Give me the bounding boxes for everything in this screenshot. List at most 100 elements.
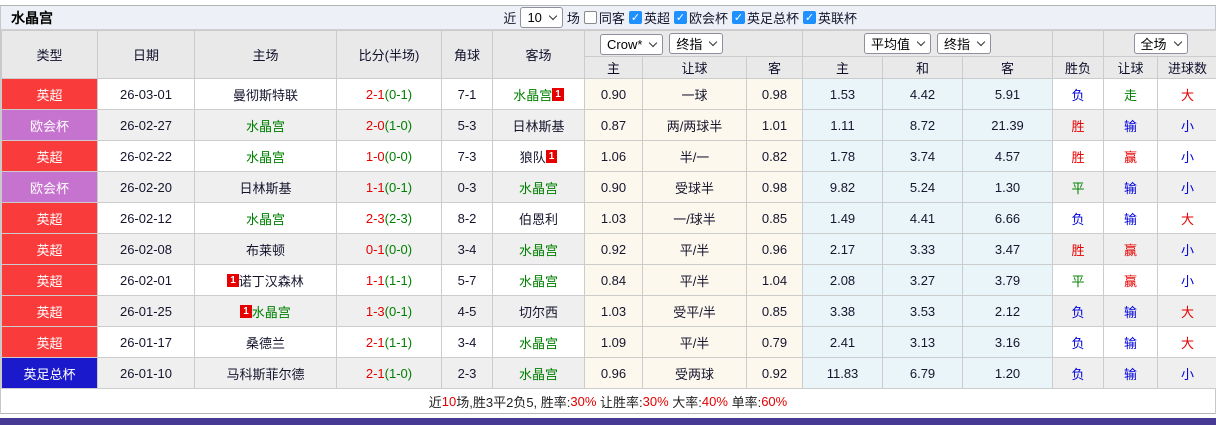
handicap-result-cell: 输 bbox=[1104, 327, 1158, 358]
league-badge: 英足总杯 bbox=[2, 358, 98, 389]
handicap-result-cell: 输 bbox=[1104, 172, 1158, 203]
asia-handicap-line: 平/半 bbox=[643, 327, 747, 358]
avg-away-odds: 5.91 bbox=[963, 79, 1053, 110]
away-team-cell: 水晶宫 bbox=[493, 172, 585, 203]
asia-handicap-line: 两/两球半 bbox=[643, 110, 747, 141]
filter-checkbox-英联杯[interactable]: ✓英联杯 bbox=[803, 8, 857, 27]
filter-label: 欧会杯 bbox=[689, 8, 728, 27]
checked-checkbox-icon[interactable]: ✓ bbox=[732, 11, 745, 24]
chevron-down-icon bbox=[649, 38, 657, 46]
score-cell: 2-1(1-0) bbox=[337, 358, 442, 389]
red-card-badge: 1 bbox=[552, 88, 564, 101]
subcol-handicap-result: 让球 bbox=[1104, 57, 1158, 79]
handicap-result-value: 输 bbox=[1124, 181, 1137, 196]
filter-label: 英足总杯 bbox=[747, 8, 799, 27]
away-team-name: 切尔西 bbox=[519, 305, 558, 320]
halftime-score: (1-0) bbox=[385, 366, 412, 381]
table-row: 英超 26-02-12 水晶宫 2-3(2-3) 8-2 伯恩利 1.03 一/… bbox=[2, 203, 1216, 234]
odds-company-value: Crow* bbox=[607, 37, 642, 52]
odds-company-select[interactable]: Crow* bbox=[600, 34, 663, 55]
checked-checkbox-icon[interactable]: ✓ bbox=[803, 11, 816, 24]
summary-segment: 场,胜3平2负5, 胜率: bbox=[456, 392, 570, 411]
asia-away-odds: 0.96 bbox=[747, 234, 803, 265]
away-team-cell: 切尔西 bbox=[493, 296, 585, 327]
asia-home-odds: 0.90 bbox=[585, 79, 643, 110]
red-card-badge: 1 bbox=[227, 274, 239, 287]
filter-checkbox-英足总杯[interactable]: ✓英足总杯 bbox=[732, 8, 799, 27]
avg-stage-value: 终指 bbox=[944, 34, 970, 53]
away-team-name: 水晶宫 bbox=[519, 243, 558, 258]
score-cell: 1-1(0-1) bbox=[337, 172, 442, 203]
goals-result-value: 大 bbox=[1181, 336, 1194, 351]
odds-stage-value: 终指 bbox=[676, 34, 702, 53]
score-cell: 2-3(2-3) bbox=[337, 203, 442, 234]
away-team-name: 日林斯基 bbox=[512, 119, 564, 134]
handicap-result-value: 输 bbox=[1124, 367, 1137, 382]
avg-stage-select[interactable]: 终指 bbox=[937, 33, 991, 54]
col-header-away: 客场 bbox=[493, 31, 585, 79]
scope-select[interactable]: 全场 bbox=[1134, 33, 1188, 54]
asia-handicap-line: 平/半 bbox=[643, 234, 747, 265]
recent-count-select[interactable]: 10 bbox=[520, 7, 562, 28]
avg-away-odds: 21.39 bbox=[963, 110, 1053, 141]
corner-count: 5-3 bbox=[442, 110, 493, 141]
asia-odds-select-cell: Crow* 终指 bbox=[585, 31, 803, 57]
corner-count: 7-3 bbox=[442, 141, 493, 172]
result-value: 负 bbox=[1072, 305, 1085, 320]
goals-result-cell: 大 bbox=[1158, 203, 1216, 234]
away-team-name: 水晶宫 bbox=[519, 274, 558, 289]
league-filter-group: 同客✓英超✓欧会杯✓英足总杯✓英联杯 bbox=[584, 8, 857, 27]
table-row: 英超 26-01-17 桑德兰 2-1(1-1) 3-4 水晶宫 1.09 平/… bbox=[2, 327, 1216, 358]
league-badge: 英超 bbox=[2, 79, 98, 110]
asia-home-odds: 1.03 bbox=[585, 203, 643, 234]
handicap-result-value: 赢 bbox=[1124, 150, 1137, 165]
league-badge: 英超 bbox=[2, 203, 98, 234]
filter-checkbox-英超[interactable]: ✓英超 bbox=[629, 8, 670, 27]
goals-result-cell: 小 bbox=[1158, 110, 1216, 141]
checked-checkbox-icon[interactable]: ✓ bbox=[674, 11, 687, 24]
asia-home-odds: 0.87 bbox=[585, 110, 643, 141]
handicap-result-value: 输 bbox=[1124, 305, 1137, 320]
handicap-result-value: 输 bbox=[1124, 336, 1137, 351]
home-team-cell: 曼彻斯特联 bbox=[195, 79, 337, 110]
goals-result-value: 大 bbox=[1181, 212, 1194, 227]
avg-source-value: 平均值 bbox=[871, 34, 910, 53]
summary-segment: 近 bbox=[429, 392, 442, 411]
asia-handicap-line: 受两球 bbox=[643, 358, 747, 389]
match-date: 26-02-20 bbox=[98, 172, 195, 203]
handicap-result-cell: 走 bbox=[1104, 79, 1158, 110]
result-value: 负 bbox=[1072, 212, 1085, 227]
halftime-score: (0-1) bbox=[385, 304, 412, 319]
result-value: 平 bbox=[1072, 181, 1085, 196]
checked-checkbox-icon[interactable]: ✓ bbox=[629, 11, 642, 24]
avg-home-odds: 2.41 bbox=[803, 327, 883, 358]
away-team-cell: 水晶宫 bbox=[493, 234, 585, 265]
asia-handicap-line: 一/球半 bbox=[643, 203, 747, 234]
home-team-name: 马科斯菲尔德 bbox=[226, 367, 304, 382]
halftime-score: (1-1) bbox=[385, 335, 412, 350]
league-badge: 欧会杯 bbox=[2, 172, 98, 203]
filter-checkbox-同客[interactable]: 同客 bbox=[584, 8, 625, 27]
table-row: 欧会杯 26-02-27 水晶宫 2-0(1-0) 5-3 日林斯基 0.87 … bbox=[2, 110, 1216, 141]
chevron-down-icon bbox=[1173, 38, 1181, 46]
red-card-badge: 1 bbox=[546, 150, 558, 163]
handicap-result-value: 走 bbox=[1124, 88, 1137, 103]
filter-checkbox-欧会杯[interactable]: ✓欧会杯 bbox=[674, 8, 728, 27]
asia-home-odds: 0.90 bbox=[585, 172, 643, 203]
avg-away-odds: 6.66 bbox=[963, 203, 1053, 234]
asia-away-odds: 0.98 bbox=[747, 79, 803, 110]
goals-result-cell: 大 bbox=[1158, 327, 1216, 358]
summary-segment: 大率: bbox=[669, 392, 702, 411]
table-row: 欧会杯 26-02-20 日林斯基 1-1(0-1) 0-3 水晶宫 0.90 … bbox=[2, 172, 1216, 203]
home-team-cell: 日林斯基 bbox=[195, 172, 337, 203]
avg-source-select[interactable]: 平均值 bbox=[864, 33, 931, 54]
handicap-result-cell: 输 bbox=[1104, 203, 1158, 234]
avg-draw-odds: 3.27 bbox=[883, 265, 963, 296]
unchecked-checkbox-icon[interactable] bbox=[584, 11, 597, 24]
subcol-asia-line: 让球 bbox=[643, 57, 747, 79]
fulltime-score: 1-1 bbox=[366, 180, 385, 195]
avg-away-odds: 4.57 bbox=[963, 141, 1053, 172]
fulltime-score: 1-0 bbox=[366, 149, 385, 164]
odds-stage-select[interactable]: 终指 bbox=[669, 33, 723, 54]
handicap-result-cell: 输 bbox=[1104, 358, 1158, 389]
